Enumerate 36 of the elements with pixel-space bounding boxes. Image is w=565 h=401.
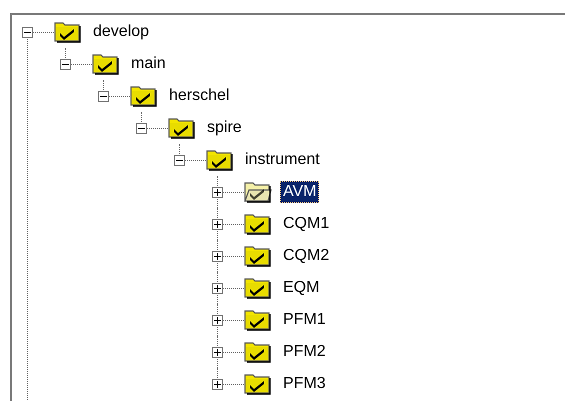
expand-toggle[interactable] xyxy=(212,250,223,262)
tree-item-label[interactable]: CQM2 xyxy=(280,245,332,267)
folder-check-icon xyxy=(244,213,272,235)
folder-check-icon xyxy=(206,149,234,171)
tree-item-label[interactable]: develop xyxy=(90,21,152,43)
collapse-toggle[interactable] xyxy=(136,122,147,134)
collapse-toggle[interactable] xyxy=(60,58,71,70)
tree-item-label[interactable]: PFM1 xyxy=(280,309,329,331)
folder-check-icon xyxy=(244,309,272,331)
expand-toggle[interactable] xyxy=(212,282,223,294)
tree-item-label[interactable]: AVM xyxy=(280,181,320,203)
folder-check-icon xyxy=(54,21,82,43)
collapse-toggle[interactable] xyxy=(98,90,109,102)
tree-item-label[interactable]: spire xyxy=(204,117,245,139)
tree-item-label[interactable]: herschel xyxy=(166,85,232,107)
tree-item-label[interactable]: CQM1 xyxy=(280,213,332,235)
collapse-toggle[interactable] xyxy=(22,26,33,38)
expand-toggle[interactable] xyxy=(212,346,223,358)
folder-check-icon xyxy=(92,53,120,75)
folder-check-icon xyxy=(244,341,272,363)
expand-toggle[interactable] xyxy=(212,378,223,390)
tree-item-label[interactable]: PFM3 xyxy=(280,373,329,395)
expand-toggle[interactable] xyxy=(212,314,223,326)
collapse-toggle[interactable] xyxy=(174,154,185,166)
expand-toggle[interactable] xyxy=(212,186,223,198)
tree-item-label[interactable]: PFM2 xyxy=(280,341,329,363)
tree-item-label[interactable]: EQM xyxy=(280,277,322,299)
folder-check-icon xyxy=(244,373,272,395)
folder-check-icon xyxy=(168,117,196,139)
folder-check-icon xyxy=(244,245,272,267)
folder-check-icon xyxy=(130,85,158,107)
expand-toggle[interactable] xyxy=(212,218,223,230)
tree-item-label[interactable]: instrument xyxy=(242,149,323,171)
tree-item-label[interactable]: main xyxy=(128,53,169,75)
folder-check-icon xyxy=(244,277,272,299)
open-folder-check-icon xyxy=(244,181,272,203)
